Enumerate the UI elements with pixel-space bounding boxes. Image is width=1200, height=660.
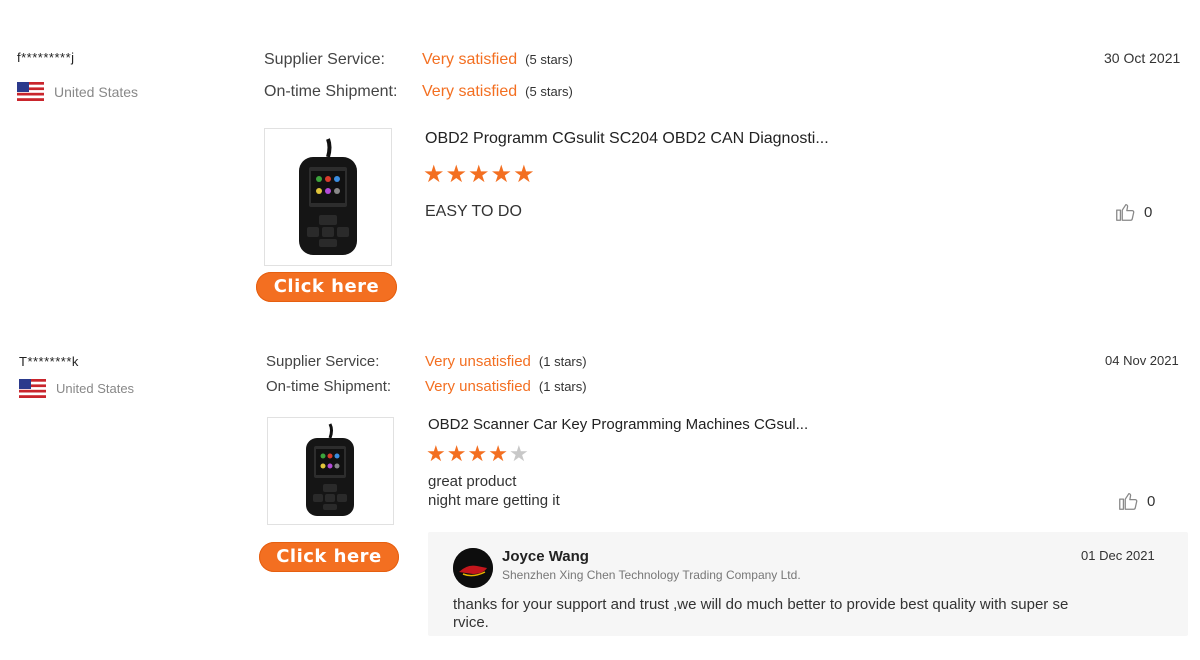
star-icon: ★ bbox=[490, 161, 514, 188]
supplier-service-value: Very unsatisfied bbox=[425, 353, 531, 370]
reply-date: 01 Dec 2021 bbox=[1081, 548, 1155, 563]
supplier-service-label: Supplier Service: bbox=[264, 51, 385, 68]
country-label: United States bbox=[56, 381, 135, 396]
supplier-service-count: (1 stars) bbox=[538, 354, 587, 369]
star-rating: ★★★★★ bbox=[426, 441, 530, 467]
us-flag-icon bbox=[19, 379, 46, 398]
like-count: 0 bbox=[1147, 492, 1156, 510]
reply-author: Joyce Wang bbox=[502, 548, 589, 565]
reviewer-name: f*********j bbox=[17, 50, 75, 65]
product-thumbnail[interactable] bbox=[264, 128, 392, 266]
product-thumbnail[interactable] bbox=[267, 417, 394, 525]
seller-reply: Joyce Wang Shenzhen Xing Chen Technology… bbox=[428, 532, 1188, 636]
supplier-service-rating: Very satisfied (5 stars) bbox=[422, 51, 573, 69]
review-date: 04 Nov 2021 bbox=[1105, 353, 1179, 368]
star-icon: ★ bbox=[488, 441, 509, 466]
obd-scanner-image bbox=[306, 423, 354, 516]
review-text: EASY TO DO bbox=[425, 203, 522, 221]
shipment-label: On-time Shipment: bbox=[264, 83, 398, 100]
seller-avatar bbox=[453, 548, 493, 588]
star-icon: ★ bbox=[426, 441, 447, 466]
like-count: 0 bbox=[1144, 203, 1153, 221]
reviewer-country: United States bbox=[19, 379, 134, 398]
shipment-value: Very satisfied bbox=[422, 83, 518, 100]
shipment-rating: Very unsatisfied (1 stars) bbox=[425, 378, 587, 396]
star-icon: ★ bbox=[467, 441, 489, 466]
star-icon: ★ bbox=[446, 441, 468, 466]
car-logo-icon bbox=[453, 548, 493, 588]
click-here-button[interactable]: Click here bbox=[259, 542, 399, 572]
supplier-service-count: (5 stars) bbox=[525, 52, 573, 67]
review-text-line: EASY TO DO bbox=[425, 203, 522, 220]
supplier-service-rating: Very unsatisfied (1 stars) bbox=[425, 353, 587, 371]
star-icon: ★ bbox=[423, 161, 446, 188]
review-text: great product night mare getting it bbox=[428, 472, 560, 510]
product-title[interactable]: OBD2 Scanner Car Key Programming Machine… bbox=[428, 416, 808, 433]
reviewer-country: United States bbox=[17, 82, 138, 101]
thumbs-up-icon bbox=[1116, 204, 1135, 221]
reply-text-line: rvice. bbox=[453, 614, 489, 631]
click-here-button[interactable]: Click here bbox=[256, 272, 397, 302]
review-date: 30 Oct 2021 bbox=[1104, 50, 1181, 66]
product-title[interactable]: OBD2 Programm CGsulit SC204 OBD2 CAN Dia… bbox=[425, 130, 829, 148]
like-button[interactable]: 0 bbox=[1114, 201, 1152, 223]
supplier-service-value: Very satisfied bbox=[422, 51, 518, 68]
thumbs-up-icon bbox=[1119, 493, 1138, 510]
review-text-line: night mare getting it bbox=[428, 492, 560, 509]
shipment-count: (1 stars) bbox=[538, 379, 587, 394]
supplier-service-label: Supplier Service: bbox=[266, 353, 380, 370]
shipment-count: (5 stars) bbox=[525, 84, 573, 99]
shipment-value: Very unsatisfied bbox=[425, 378, 531, 395]
country-label: United States bbox=[54, 83, 139, 100]
reply-text: thanks for your support and trust ,we wi… bbox=[453, 596, 1173, 632]
star-rating: ★★★★★ bbox=[423, 160, 536, 189]
star-icon: ★ bbox=[468, 161, 491, 188]
review-text-line: great product bbox=[428, 473, 517, 490]
reply-text-line: thanks for your support and trust ,we wi… bbox=[453, 596, 1069, 613]
reviewer-name: T********k bbox=[19, 354, 79, 369]
star-icon: ★ bbox=[445, 161, 469, 188]
star-icon: ★ bbox=[513, 161, 536, 188]
reply-company: Shenzhen Xing Chen Technology Trading Co… bbox=[502, 568, 801, 582]
like-button[interactable]: 0 bbox=[1117, 490, 1155, 512]
shipment-rating: Very satisfied (5 stars) bbox=[422, 83, 573, 101]
shipment-label: On-time Shipment: bbox=[266, 378, 392, 395]
us-flag-icon bbox=[17, 82, 44, 101]
star-icon: ★ bbox=[508, 441, 530, 466]
obd-scanner-image bbox=[299, 138, 357, 255]
